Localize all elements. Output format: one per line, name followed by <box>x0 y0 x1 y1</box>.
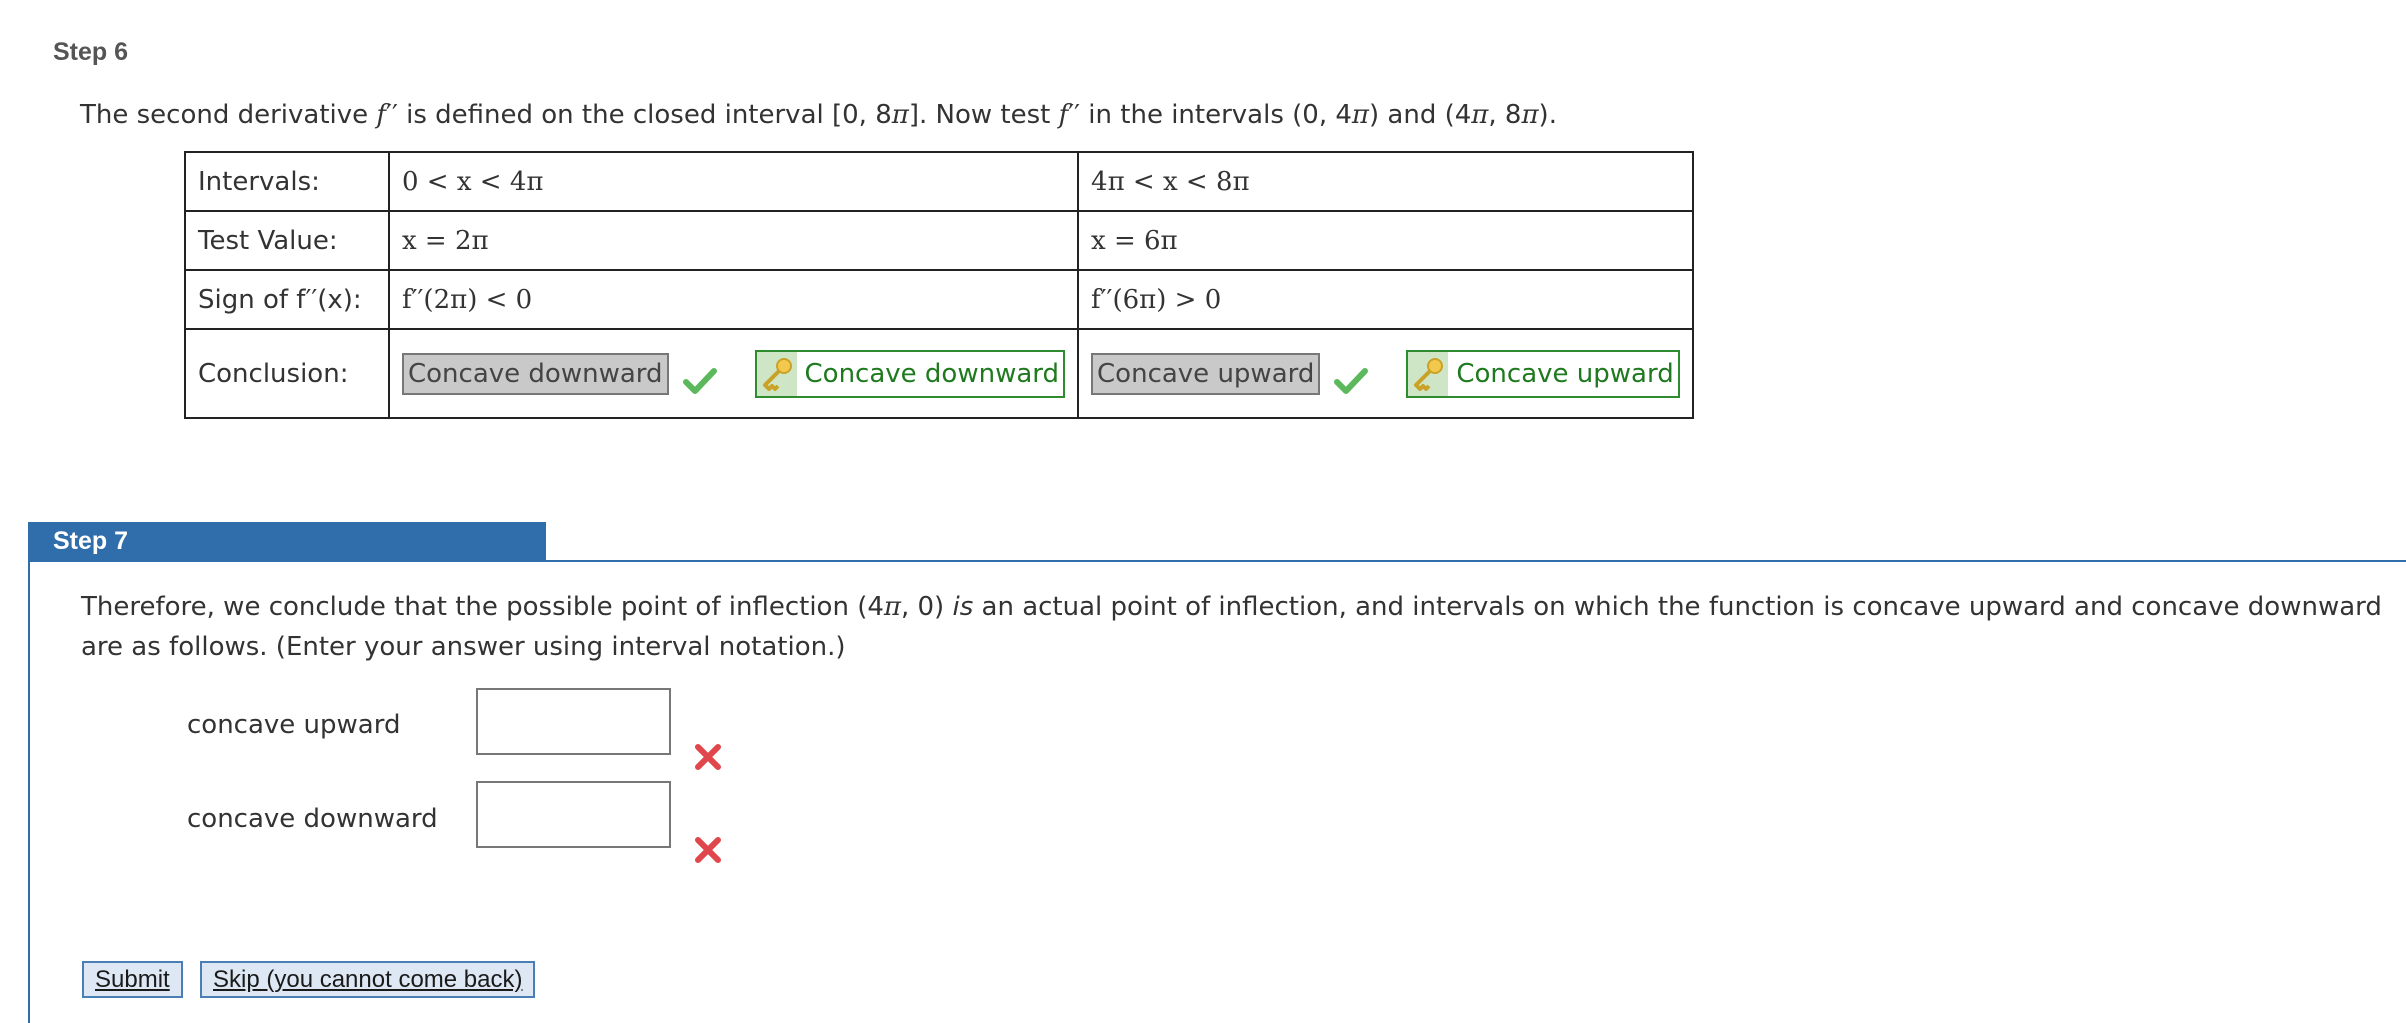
key-icon <box>1408 351 1449 396</box>
table-row: Conclusion: Concave downward Concave dow… <box>184 328 1694 419</box>
row-label: Intervals: <box>184 151 390 212</box>
concave-upward-label: concave upward <box>187 710 401 740</box>
sign-chart-table: Intervals: 0 < x < 4π 4π < x < 8π Test V… <box>184 151 1694 419</box>
intro-pi: π <box>1351 100 1369 130</box>
answer-key-text: Concave upward <box>1456 358 1674 389</box>
intro-f: f <box>1058 100 1069 130</box>
para-is: is <box>952 592 974 622</box>
intro-text: ). <box>1538 100 1557 130</box>
cell-interval-1: 0 < x < 4π <box>387 151 1080 212</box>
intro-pi: π <box>1521 100 1539 130</box>
cell-conclusion-2: Concave upward Concave upward <box>1077 328 1694 419</box>
intro-f: f <box>376 100 387 130</box>
answer-key-text: Concave downward <box>804 358 1060 389</box>
intro-primes: ′′ <box>386 100 398 130</box>
table-row: Sign of f′′(x): f′′(2π) < 0 f′′(6π) > 0 <box>184 269 1694 330</box>
step7-header: Step 7 <box>28 522 546 561</box>
intro-text: , 8 <box>1488 100 1522 130</box>
row-label: Sign of f′′(x): <box>184 269 390 330</box>
x-mark-icon <box>695 744 721 770</box>
para-text: Therefore, we conclude that the possible… <box>81 592 884 622</box>
cell-sign-2: f′′(6π) > 0 <box>1077 269 1694 330</box>
table-row: Intervals: 0 < x < 4π 4π < x < 8π <box>184 151 1694 212</box>
submit-button[interactable]: Submit <box>82 961 183 998</box>
intro-text: ]. Now test <box>908 100 1059 130</box>
answer-concave-upward: Concave upward <box>1091 352 1321 395</box>
cell-interval-2: 4π < x < 8π <box>1077 151 1694 212</box>
step7-border <box>28 560 30 1023</box>
cell-test-value-1: x = 2π <box>387 210 1080 271</box>
intro-text: is defined on the closed interval [0, 8 <box>397 100 892 130</box>
cell-test-value-2: x = 6π <box>1077 210 1694 271</box>
answer-key-concave-upward: Concave upward <box>1406 349 1680 398</box>
check-icon <box>682 367 717 394</box>
concave-downward-input[interactable] <box>476 781 671 848</box>
answer-key-concave-downward: Concave downward <box>754 349 1066 398</box>
x-mark-icon <box>695 837 721 863</box>
skip-button[interactable]: Skip (you cannot come back) <box>200 961 536 998</box>
step7-text: Therefore, we conclude that the possible… <box>81 587 2401 667</box>
intro-text: in the intervals (0, 4 <box>1080 100 1352 130</box>
concave-downward-label: concave downward <box>187 804 438 834</box>
table-row: Test Value: x = 2π x = 6π <box>184 210 1694 271</box>
para-text: , 0) <box>900 592 953 622</box>
intro-primes: ′′ <box>1068 100 1081 130</box>
intro-pi: π <box>1471 100 1489 130</box>
para-pi: π <box>883 592 901 622</box>
intro-text: ) and (4 <box>1369 100 1472 130</box>
row-label: Conclusion: <box>184 328 390 419</box>
intro-pi: π <box>891 100 909 130</box>
cell-conclusion-1: Concave downward Concave downward <box>387 328 1080 419</box>
answer-concave-downward: Concave downward <box>402 352 669 395</box>
key-icon <box>756 351 797 396</box>
check-icon <box>1334 367 1369 394</box>
cell-sign-1: f′′(2π) < 0 <box>387 269 1080 330</box>
intro-text: The second derivative <box>80 100 377 130</box>
row-label: Test Value: <box>184 210 390 271</box>
step6-title: Step 6 <box>53 38 129 66</box>
concave-upward-input[interactable] <box>476 688 671 755</box>
step6-intro: The second derivative f′′ is defined on … <box>80 100 1557 130</box>
step7-divider <box>28 560 2406 562</box>
